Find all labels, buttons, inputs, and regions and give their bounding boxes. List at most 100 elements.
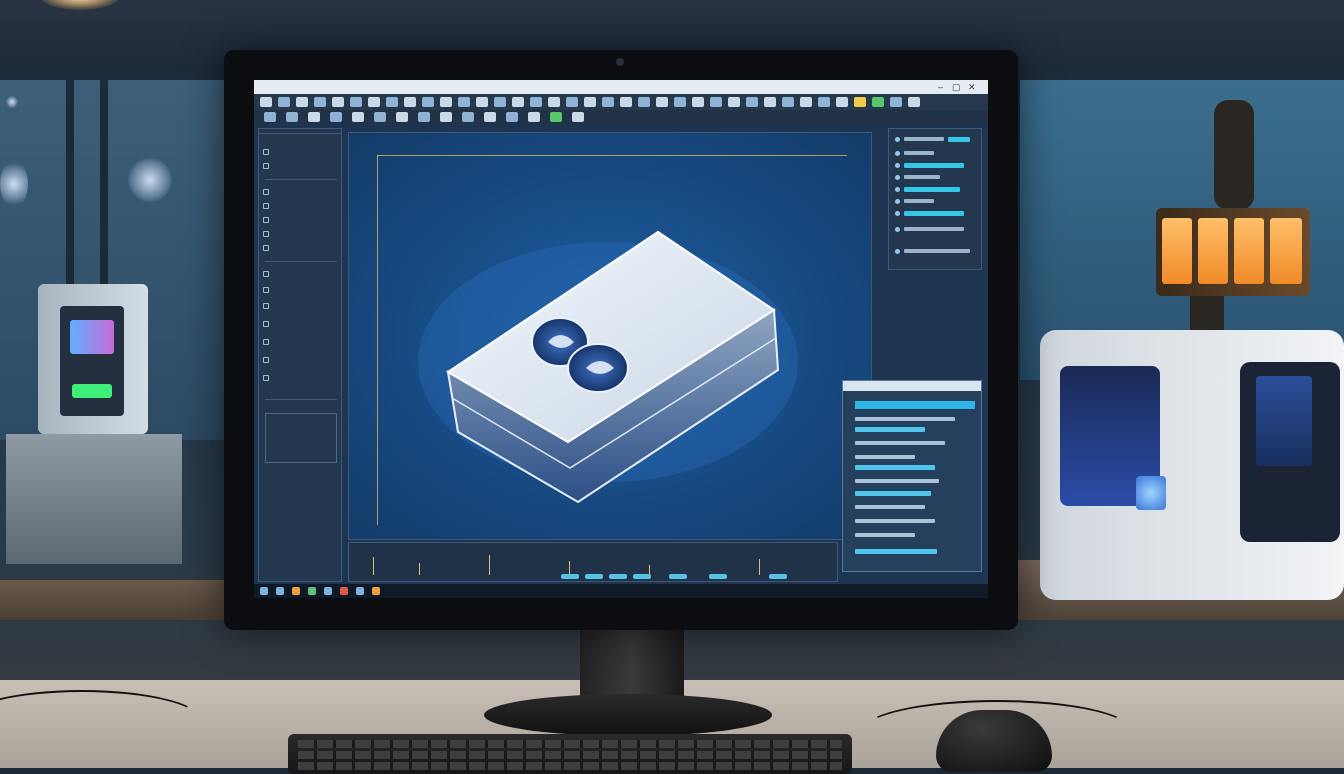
close-button[interactable]: ✕ xyxy=(968,82,976,92)
tool-icon[interactable] xyxy=(548,97,560,107)
timeline-button[interactable] xyxy=(609,574,627,579)
properties-box[interactable] xyxy=(265,413,337,463)
browser-icon[interactable] xyxy=(308,587,316,595)
tool-icon[interactable] xyxy=(494,97,506,107)
keyboard[interactable] xyxy=(288,734,852,774)
tool-icon[interactable] xyxy=(908,97,920,107)
settings-icon[interactable] xyxy=(340,587,348,595)
property-row[interactable] xyxy=(895,247,970,255)
dialog-field[interactable] xyxy=(855,549,937,554)
timeline-button[interactable] xyxy=(585,574,603,579)
tree-item[interactable] xyxy=(263,373,273,383)
tool-icon[interactable] xyxy=(528,112,540,122)
tool-icon[interactable] xyxy=(674,97,686,107)
tool-icon[interactable] xyxy=(782,97,794,107)
tool-icon[interactable] xyxy=(656,97,668,107)
tool-icon[interactable] xyxy=(308,112,320,122)
warning-icon[interactable] xyxy=(854,97,866,107)
timeline-button[interactable] xyxy=(669,574,687,579)
tool-icon[interactable] xyxy=(476,97,488,107)
mouse[interactable] xyxy=(936,710,1052,772)
tool-icon[interactable] xyxy=(462,112,474,122)
property-row[interactable] xyxy=(895,173,940,181)
property-row[interactable] xyxy=(895,161,964,169)
tree-item[interactable] xyxy=(263,201,273,211)
tree-item[interactable] xyxy=(263,147,273,157)
tree-item[interactable] xyxy=(263,243,273,253)
tool-icon[interactable] xyxy=(506,112,518,122)
dialog-titlebar[interactable] xyxy=(843,381,981,391)
dialog-field[interactable] xyxy=(855,491,931,496)
tool-icon[interactable] xyxy=(530,97,542,107)
app-icon[interactable] xyxy=(356,587,364,595)
status-ok-icon[interactable] xyxy=(550,112,562,122)
dialog-selected-row[interactable] xyxy=(855,401,975,409)
tool-icon[interactable] xyxy=(728,97,740,107)
tool-icon[interactable] xyxy=(638,97,650,107)
property-row[interactable] xyxy=(895,185,960,193)
dialog-field[interactable] xyxy=(855,465,935,470)
undo-icon[interactable] xyxy=(314,97,326,107)
timeline-button[interactable] xyxy=(709,574,727,579)
search-icon[interactable] xyxy=(276,587,284,595)
tool-icon[interactable] xyxy=(566,97,578,107)
tree-item[interactable] xyxy=(263,269,273,279)
tool-icon[interactable] xyxy=(352,112,364,122)
3d-model-enclosure[interactable] xyxy=(348,192,872,522)
tool-icon[interactable] xyxy=(484,112,496,122)
tree-item[interactable] xyxy=(263,215,273,225)
tool-icon[interactable] xyxy=(620,97,632,107)
tool-icon[interactable] xyxy=(692,97,704,107)
timeline-panel[interactable] xyxy=(348,542,838,582)
move-icon[interactable] xyxy=(368,97,380,107)
tree-item[interactable] xyxy=(263,229,273,239)
tree-item[interactable] xyxy=(263,319,273,329)
open-icon[interactable] xyxy=(278,97,290,107)
tool-icon[interactable] xyxy=(890,97,902,107)
property-row[interactable] xyxy=(895,209,964,217)
tree-item[interactable] xyxy=(263,337,273,347)
tool-icon[interactable] xyxy=(440,112,452,122)
timeline-button[interactable] xyxy=(769,574,787,579)
tool-icon[interactable] xyxy=(818,97,830,107)
tool-icon[interactable] xyxy=(764,97,776,107)
start-icon[interactable] xyxy=(260,587,268,595)
cad-icon[interactable] xyxy=(324,587,332,595)
save-icon[interactable] xyxy=(296,97,308,107)
minimize-button[interactable]: – xyxy=(938,82,943,92)
tool-icon[interactable] xyxy=(374,112,386,122)
tool-icon[interactable] xyxy=(286,112,298,122)
tool-icon[interactable] xyxy=(440,97,452,107)
rotate-icon[interactable] xyxy=(386,97,398,107)
tool-icon[interactable] xyxy=(800,97,812,107)
tool-icon[interactable] xyxy=(512,97,524,107)
tool-icon[interactable] xyxy=(602,97,614,107)
app-icon[interactable] xyxy=(372,587,380,595)
timeline-button[interactable] xyxy=(561,574,579,579)
tree-item[interactable] xyxy=(263,301,273,311)
tool-icon[interactable] xyxy=(746,97,758,107)
tool-icon[interactable] xyxy=(572,112,584,122)
tree-item[interactable] xyxy=(263,285,273,295)
tool-icon[interactable] xyxy=(418,112,430,122)
measure-icon[interactable] xyxy=(422,97,434,107)
folder-icon[interactable] xyxy=(292,587,300,595)
tool-icon[interactable] xyxy=(330,112,342,122)
tool-icon[interactable] xyxy=(264,112,276,122)
scale-icon[interactable] xyxy=(404,97,416,107)
redo-icon[interactable] xyxy=(332,97,344,107)
timeline-button[interactable] xyxy=(633,574,651,579)
tree-item[interactable] xyxy=(263,355,273,365)
tree-item[interactable] xyxy=(263,187,273,197)
tool-icon[interactable] xyxy=(584,97,596,107)
dialog-field[interactable] xyxy=(855,427,925,432)
maximize-button[interactable]: ▢ xyxy=(952,82,961,92)
tool-icon[interactable] xyxy=(710,97,722,107)
tree-item[interactable] xyxy=(263,161,273,171)
select-icon[interactable] xyxy=(350,97,362,107)
property-row[interactable] xyxy=(895,197,934,205)
tool-icon[interactable] xyxy=(836,97,848,107)
tool-icon[interactable] xyxy=(458,97,470,107)
file-icon[interactable] xyxy=(260,97,272,107)
property-row[interactable] xyxy=(895,135,970,143)
